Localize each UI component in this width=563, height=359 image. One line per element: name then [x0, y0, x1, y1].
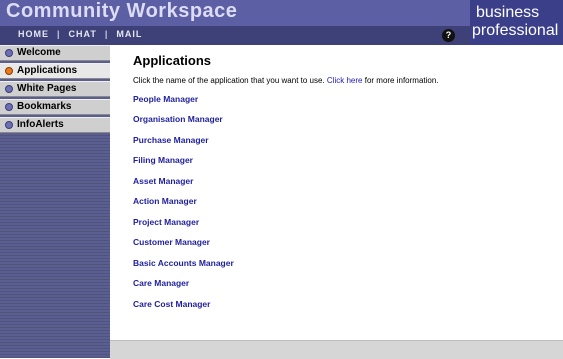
- app-link-customer-manager[interactable]: Customer Manager: [133, 237, 210, 247]
- top-nav: Home | Chat | Mail: [18, 29, 142, 39]
- nav-separator: |: [57, 29, 61, 39]
- nav-mail[interactable]: Mail: [116, 29, 142, 39]
- app-link-care-manager[interactable]: Care Manager: [133, 278, 189, 288]
- sidebar-item-infoalerts[interactable]: InfoAlerts: [0, 117, 110, 133]
- sidebar-item-applications[interactable]: Applications: [0, 63, 118, 79]
- app-link-filing-manager[interactable]: Filing Manager: [133, 155, 193, 165]
- footer-bar: [110, 340, 563, 359]
- app-link-people-manager[interactable]: People Manager: [133, 94, 198, 104]
- help-icon[interactable]: ?: [442, 29, 455, 42]
- sidebar-item-white-pages[interactable]: White Pages: [0, 81, 110, 97]
- app-link-basic-accounts-manager[interactable]: Basic Accounts Manager: [133, 258, 234, 268]
- bullet-icon: [5, 103, 13, 111]
- sidebar-item-label: Bookmarks: [17, 101, 72, 112]
- instruction-before: Click the name of the application that y…: [133, 76, 325, 85]
- app-link-asset-manager[interactable]: Asset Manager: [133, 176, 193, 186]
- brand-logo: business professional: [470, 0, 563, 45]
- brand-line-1: business: [476, 4, 540, 21]
- click-here-link[interactable]: Click here: [327, 76, 363, 85]
- brand-line-2: professional: [472, 22, 559, 39]
- instruction-after: for more information.: [364, 76, 439, 85]
- app-link-action-manager[interactable]: Action Manager: [133, 196, 197, 206]
- nav-home[interactable]: Home: [18, 29, 49, 39]
- app-title: Community Workspace: [6, 0, 238, 22]
- nav-separator: |: [104, 29, 109, 39]
- app-link-organisation-manager[interactable]: Organisation Manager: [133, 114, 223, 124]
- sidebar-item-label: Applications: [17, 65, 78, 76]
- header: Community Workspace Home | Chat | Mail ? bus…: [0, 0, 563, 45]
- sidebar-item-label: White Pages: [17, 83, 77, 94]
- sidebar-item-label: Welcome: [17, 47, 61, 58]
- bullet-icon: [5, 67, 13, 75]
- page-title: Applications: [133, 53, 212, 68]
- app-link-project-manager[interactable]: Project Manager: [133, 217, 199, 227]
- sidebar-item-label: InfoAlerts: [17, 119, 64, 130]
- bullet-icon: [5, 121, 13, 129]
- bullet-icon: [5, 85, 13, 93]
- sidebar-item-welcome[interactable]: Welcome: [0, 45, 110, 61]
- instruction-text: Click the name of the application that y…: [133, 76, 439, 85]
- app-link-purchase-manager[interactable]: Purchase Manager: [133, 135, 209, 145]
- sidebar: Welcome Applications White Pages Bookmar…: [0, 45, 118, 358]
- main-content: Applications Click the name of the appli…: [110, 45, 563, 340]
- app-link-care-cost-manager[interactable]: Care Cost Manager: [133, 299, 210, 309]
- nav-chat[interactable]: Chat: [69, 29, 97, 39]
- sidebar-item-bookmarks[interactable]: Bookmarks: [0, 99, 110, 115]
- bullet-icon: [5, 49, 13, 57]
